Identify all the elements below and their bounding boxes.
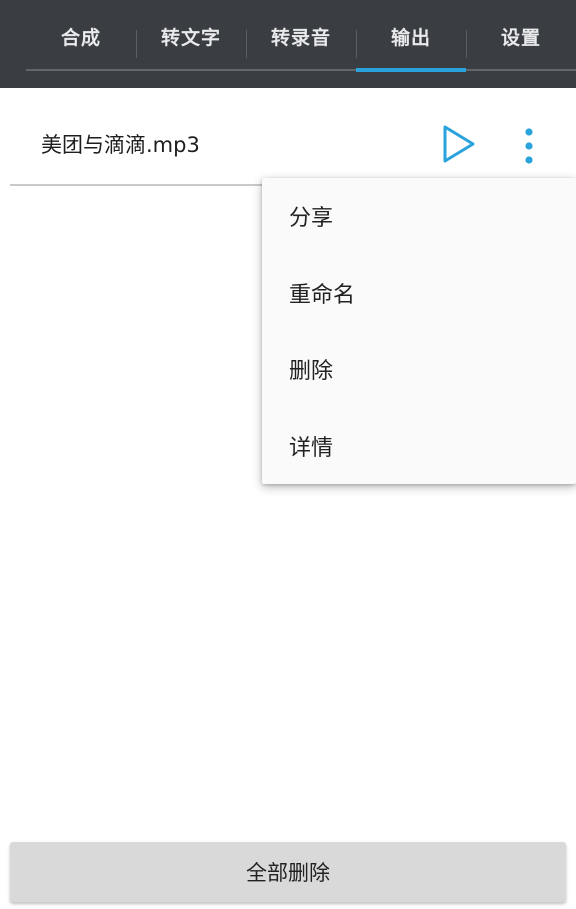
- active-tab-indicator: [356, 68, 466, 72]
- tab-baseline: [26, 69, 576, 71]
- app-window: 合成 转文字 转录音 输出 设置 美团与滴滴.mp3 分享 重命名 删除 详情: [0, 0, 576, 909]
- file-name: 美团与滴滴.mp3: [41, 133, 200, 157]
- tab-to-recording[interactable]: 转录音: [246, 0, 356, 72]
- tab-output[interactable]: 输出: [356, 0, 466, 72]
- more-vertical-icon[interactable]: [520, 126, 538, 166]
- menu-item-delete[interactable]: 删除: [262, 331, 576, 408]
- menu-item-details[interactable]: 详情: [262, 408, 576, 485]
- context-menu: 分享 重命名 删除 详情: [262, 178, 576, 484]
- tab-list: 合成 转文字 转录音 输出 设置: [26, 0, 576, 72]
- tab-to-text[interactable]: 转文字: [136, 0, 246, 72]
- delete-all-button[interactable]: 全部删除: [10, 842, 566, 902]
- menu-item-share[interactable]: 分享: [262, 178, 576, 255]
- play-icon[interactable]: [442, 124, 476, 164]
- file-list: 美团与滴滴.mp3: [0, 100, 576, 186]
- menu-item-rename[interactable]: 重命名: [262, 255, 576, 332]
- list-item[interactable]: 美团与滴滴.mp3: [10, 100, 576, 186]
- tab-settings[interactable]: 设置: [466, 0, 576, 72]
- tab-synthesize[interactable]: 合成: [26, 0, 136, 72]
- tab-bar: 合成 转文字 转录音 输出 设置: [0, 0, 576, 88]
